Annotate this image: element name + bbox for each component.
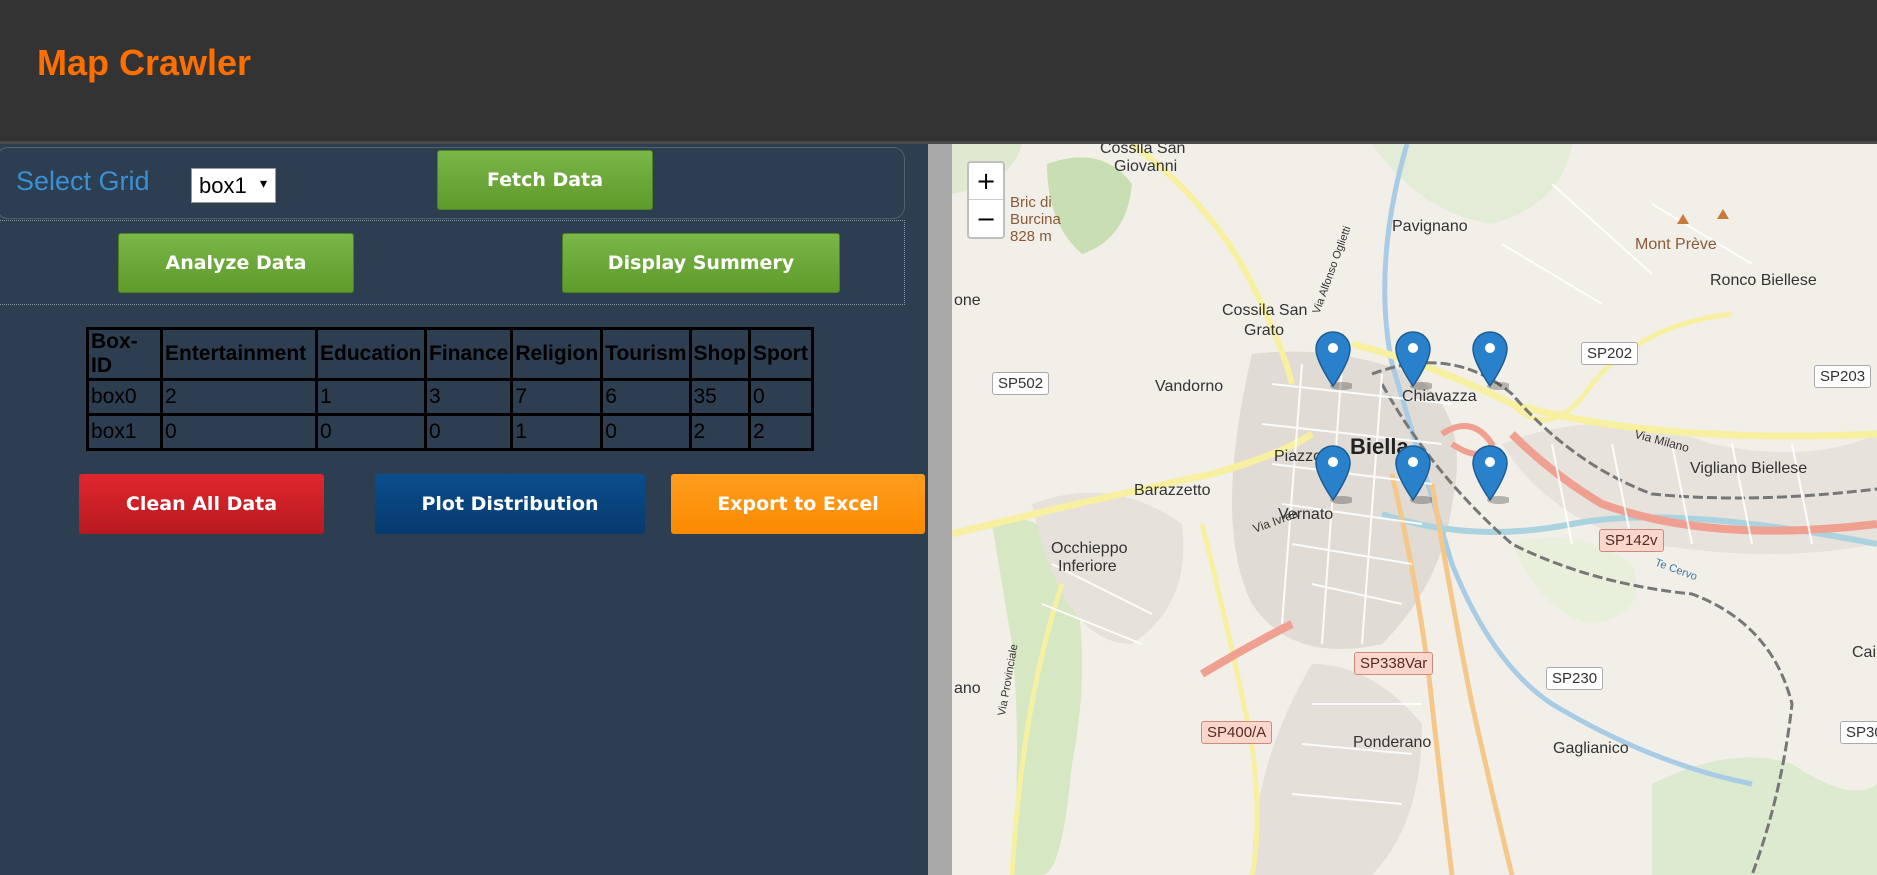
- map-label: Vandorno: [1155, 378, 1224, 395]
- map-label: Barazzetto: [1134, 482, 1211, 499]
- category-table: Box-ID Entertainment Education Finance R…: [86, 327, 814, 451]
- col-finance: Finance: [423, 327, 514, 381]
- map-label: Bric di: [1010, 194, 1052, 211]
- panel-splitter[interactable]: [928, 144, 952, 875]
- analysis-actions-row: Analyze Data Display Summery: [0, 220, 905, 305]
- col-religion: Religion: [510, 327, 604, 381]
- map-marker-icon[interactable]: [1314, 330, 1352, 390]
- map-marker-icon[interactable]: [1314, 444, 1352, 504]
- zoom-control: + −: [967, 161, 1005, 239]
- grid-select[interactable]: box1 ▾: [191, 168, 276, 203]
- col-box-id: Box-ID: [86, 327, 163, 381]
- map-label: Burcina: [1010, 211, 1061, 228]
- map-label: one: [954, 292, 981, 309]
- control-panel: Select Grid box1 ▾ Fetch Data Analyze Da…: [0, 144, 928, 875]
- road-label: SP502: [992, 372, 1050, 395]
- col-entertainment: Entertainment: [160, 327, 318, 381]
- table-cell: 6: [600, 378, 692, 416]
- map-label: Mont Prève: [1635, 236, 1717, 253]
- map-label: ano: [954, 680, 981, 697]
- app-header: Map Crawler: [0, 0, 1877, 143]
- grid-select-value: box1: [199, 172, 247, 198]
- map-view[interactable]: + − Cossila San Giovanni Bric di Burcina…: [952, 144, 1877, 875]
- table-cell: 0: [160, 413, 318, 451]
- table-cell: 0: [748, 378, 814, 416]
- table-cell: 2: [748, 413, 814, 451]
- zoom-in-button[interactable]: +: [969, 163, 1003, 200]
- road-label: SP30: [1840, 721, 1877, 744]
- table-header-row: Box-ID Entertainment Education Finance R…: [86, 327, 814, 381]
- table-row: box1 0 0 0 1 0 2 2: [86, 413, 814, 451]
- road-label: SP202: [1581, 342, 1639, 365]
- table-cell: 3: [423, 378, 514, 416]
- map-label: 828 m: [1010, 228, 1052, 245]
- map-label: Giovanni: [1114, 158, 1178, 175]
- fetch-data-button[interactable]: Fetch Data: [437, 150, 653, 210]
- map-label: Gaglianico: [1553, 740, 1629, 757]
- display-summary-button[interactable]: Display Summery: [562, 233, 840, 293]
- map-label: Occhieppo: [1051, 540, 1128, 557]
- table-cell: 1: [510, 413, 604, 451]
- map-marker-icon[interactable]: [1471, 330, 1509, 390]
- plot-distribution-button[interactable]: Plot Distribution: [375, 474, 645, 534]
- table-cell: 7: [510, 378, 604, 416]
- app-title: Map Crawler: [37, 42, 252, 83]
- map-label: Chiavazza: [1402, 388, 1477, 405]
- table-cell: box0: [86, 378, 163, 416]
- map-tiles: [952, 144, 1877, 875]
- table-cell: 1: [315, 378, 427, 416]
- map-label: Pavignano: [1392, 218, 1468, 235]
- col-tourism: Tourism: [600, 327, 692, 381]
- table-row: box0 2 1 3 7 6 35 0: [86, 378, 814, 416]
- map-label: Ronco Biellese: [1710, 272, 1817, 289]
- road-label: SP230: [1546, 667, 1604, 690]
- clean-all-data-button[interactable]: Clean All Data: [79, 474, 324, 534]
- map-label: Inferiore: [1058, 558, 1117, 575]
- table-cell: box1: [86, 413, 163, 451]
- col-education: Education: [315, 327, 427, 381]
- table-cell: 2: [160, 378, 318, 416]
- map-label: Vigliano Biellese: [1690, 460, 1808, 477]
- road-label: SP338Var: [1354, 652, 1434, 675]
- table-cell: 35: [688, 378, 751, 416]
- table-cell: 0: [600, 413, 692, 451]
- map-marker-icon[interactable]: [1471, 444, 1509, 504]
- chevron-down-icon: ▾: [259, 175, 267, 191]
- table-cell: 2: [688, 413, 751, 451]
- road-label: SP142v: [1599, 529, 1664, 552]
- map-label: Cai: [1852, 644, 1877, 661]
- map-marker-icon[interactable]: [1394, 330, 1432, 390]
- map-label: Ponderano: [1353, 734, 1432, 751]
- road-label: SP203: [1814, 365, 1872, 388]
- map-label: Cossila San: [1222, 302, 1308, 319]
- table-cell: 0: [315, 413, 427, 451]
- analyze-data-button[interactable]: Analyze Data: [118, 233, 354, 293]
- col-shop: Shop: [688, 327, 751, 381]
- select-grid-label: Select Grid: [16, 166, 150, 196]
- grid-select-row: Select Grid box1 ▾ Fetch Data: [0, 147, 905, 219]
- map-label: Cossila San: [1100, 144, 1186, 157]
- zoom-out-button[interactable]: −: [969, 200, 1003, 237]
- col-sport: Sport: [748, 327, 814, 381]
- export-to-excel-button[interactable]: Export to Excel: [671, 474, 925, 534]
- map-marker-icon[interactable]: [1394, 444, 1432, 504]
- table-cell: 0: [423, 413, 514, 451]
- road-label: SP400/A: [1201, 721, 1273, 744]
- map-label: Grato: [1244, 322, 1285, 339]
